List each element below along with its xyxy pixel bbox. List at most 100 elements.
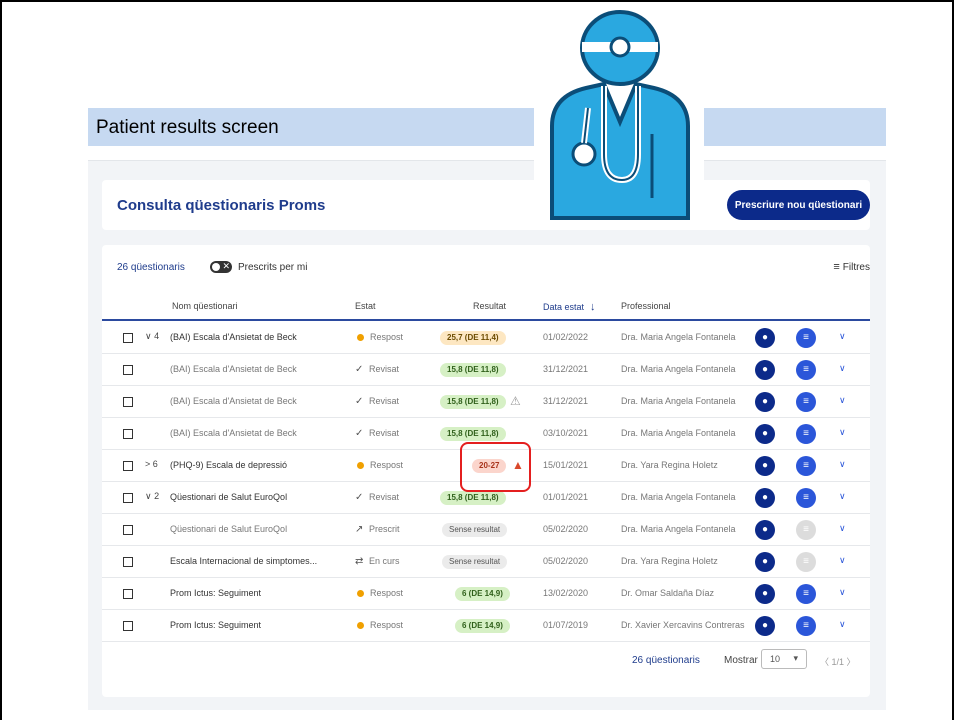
table-row[interactable]: ∨ 4 (BAI) Escala d'Ansietat de Beck Resp… <box>102 323 870 354</box>
page-size-value: 10 <box>770 654 781 664</box>
professional: Dra. Maria Angela Fontanela <box>621 428 736 438</box>
view-button[interactable]: ● <box>755 616 775 636</box>
status-date: 31/12/2021 <box>543 364 589 374</box>
chevron-down-icon[interactable]: ∨ <box>839 523 846 534</box>
row-checkbox[interactable] <box>123 461 133 471</box>
result-badge: 15,8 (DE 11,8) <box>440 491 506 505</box>
table-row[interactable]: (BAI) Escala d'Ansietat de Beck ✓ Revisat… <box>102 387 870 418</box>
view-button[interactable]: ● <box>755 488 775 508</box>
row-checkbox[interactable] <box>123 621 133 631</box>
row-checkbox[interactable] <box>123 365 133 375</box>
table-row[interactable]: Prom Ictus: Seguiment Respost 6 (DE 14,9… <box>102 611 870 642</box>
filters-label: Filtres <box>842 262 870 273</box>
status-label: Respost <box>370 332 404 342</box>
status-label: En curs <box>369 556 400 566</box>
view-button[interactable]: ● <box>755 520 775 540</box>
col-result[interactable]: Resultat <box>473 301 506 311</box>
chevron-down-icon[interactable]: ∨ <box>839 331 846 342</box>
table-header: Nom qüestionari Estat Resultat Data esta… <box>102 297 870 321</box>
view-button[interactable]: ● <box>755 424 775 444</box>
expand-toggle[interactable]: > 6 <box>145 459 158 469</box>
review-button[interactable]: ≡ <box>796 488 816 508</box>
table-row[interactable]: Escala Internacional de simptomes... ⇄ En… <box>102 547 870 578</box>
professional: Dra. Maria Angela Fontanela <box>621 524 736 534</box>
status: ✓ Revisat <box>355 428 399 439</box>
row-checkbox[interactable] <box>123 557 133 567</box>
view-button[interactable]: ● <box>755 552 775 572</box>
toggle-knob <box>212 263 220 271</box>
status-date: 05/02/2020 <box>543 524 589 534</box>
view-button[interactable]: ● <box>755 360 775 380</box>
table-row[interactable]: Prom Ictus: Seguiment Respost 6 (DE 14,9… <box>102 579 870 610</box>
filters-button[interactable]: ≡ Filtres <box>833 261 870 273</box>
pagination[interactable]: 〈 1/1 〉 <box>820 655 856 668</box>
review-button[interactable]: ≡ <box>796 584 816 604</box>
annotation-highlight-box <box>460 442 531 492</box>
status-date: 13/02/2020 <box>543 588 589 598</box>
chevron-down-icon[interactable]: ∨ <box>839 555 846 566</box>
chevron-down-icon[interactable]: ∨ <box>839 427 846 438</box>
table-row[interactable]: Qüestionari de Salut EuroQol ↗ Prescrit S… <box>102 515 870 546</box>
view-button[interactable]: ● <box>755 328 775 348</box>
status-label: Revisat <box>369 396 400 406</box>
result-badge: Sense resultat <box>442 555 508 569</box>
app-window: Consulta qüestionaris Proms Prescriure n… <box>88 160 886 710</box>
view-button[interactable]: ● <box>755 584 775 604</box>
questionnaire-name: Escala Internacional de simptomes... <box>170 556 318 566</box>
review-button[interactable]: ≡ <box>796 328 816 348</box>
status-dot-icon <box>357 334 364 341</box>
status-date: 15/01/2021 <box>543 460 589 470</box>
status: Respost <box>355 620 403 630</box>
status-dot-icon <box>357 590 364 597</box>
close-icon: ✕ <box>222 261 230 271</box>
review-button: ≡ <box>796 552 816 572</box>
review-button[interactable]: ≡ <box>796 424 816 444</box>
prescribed-by-me-toggle[interactable]: ✕ <box>210 261 232 273</box>
view-button[interactable]: ● <box>755 392 775 412</box>
status: ✓ Revisat <box>355 492 399 503</box>
checklist-icon: ≡ <box>803 620 809 631</box>
chevron-down-icon[interactable]: ∨ <box>839 619 846 630</box>
toggle-label: Prescrits per mi <box>238 262 308 273</box>
professional: Dr. Xavier Xercavins Contreras <box>621 620 745 630</box>
row-checkbox[interactable] <box>123 589 133 599</box>
status-label: Revisat <box>369 492 400 502</box>
professional: Dr. Omar Saldaña Díaz <box>621 588 715 598</box>
expand-toggle[interactable]: ∨ 4 <box>145 331 159 342</box>
chevron-down-icon[interactable]: ∨ <box>839 491 846 502</box>
warning-outline-icon: ⚠ <box>510 394 521 408</box>
row-checkbox[interactable] <box>123 429 133 439</box>
banner-title: Patient results screen <box>96 117 279 138</box>
col-professional[interactable]: Professional <box>621 301 671 311</box>
review-button[interactable]: ≡ <box>796 392 816 412</box>
col-status[interactable]: Estat <box>355 301 376 311</box>
row-checkbox[interactable] <box>123 525 133 535</box>
result-badge: 15,8 (DE 11,8) <box>440 427 506 441</box>
eye-icon: ● <box>761 332 769 343</box>
chevron-down-icon[interactable]: ∨ <box>839 459 846 470</box>
eye-icon: ● <box>761 492 769 503</box>
table-row[interactable]: (BAI) Escala d'Ansietat de Beck ✓ Revisat… <box>102 355 870 386</box>
review-button[interactable]: ≡ <box>796 360 816 380</box>
chevron-down-icon[interactable]: ∨ <box>839 395 846 406</box>
row-checkbox[interactable] <box>123 333 133 343</box>
result-badge: 6 (DE 14,9) <box>455 619 510 633</box>
chevron-down-icon[interactable]: ∨ <box>839 587 846 598</box>
checklist-icon: ≡ <box>803 460 809 471</box>
expand-toggle[interactable]: ∨ 2 <box>145 491 159 502</box>
review-button[interactable]: ≡ <box>796 616 816 636</box>
view-button[interactable]: ● <box>755 456 775 476</box>
row-checkbox[interactable] <box>123 493 133 503</box>
row-checkbox[interactable] <box>123 397 133 407</box>
swap-icon: ⇄ <box>355 556 364 567</box>
chevron-down-icon[interactable]: ∨ <box>839 363 846 374</box>
col-name[interactable]: Nom qüestionari <box>172 301 238 311</box>
review-button[interactable]: ≡ <box>796 456 816 476</box>
col-date[interactable]: Data estat ↓ <box>543 301 596 313</box>
result-badge: 6 (DE 14,9) <box>455 587 510 601</box>
prescribe-new-button[interactable]: Prescriure nou qüestionari <box>727 190 870 220</box>
professional: Dra. Yara Regina Holetz <box>621 556 718 566</box>
page-size-select[interactable]: 10 ▾ <box>761 649 807 669</box>
status-label: Respost <box>370 460 404 470</box>
status: Respost <box>355 588 403 598</box>
